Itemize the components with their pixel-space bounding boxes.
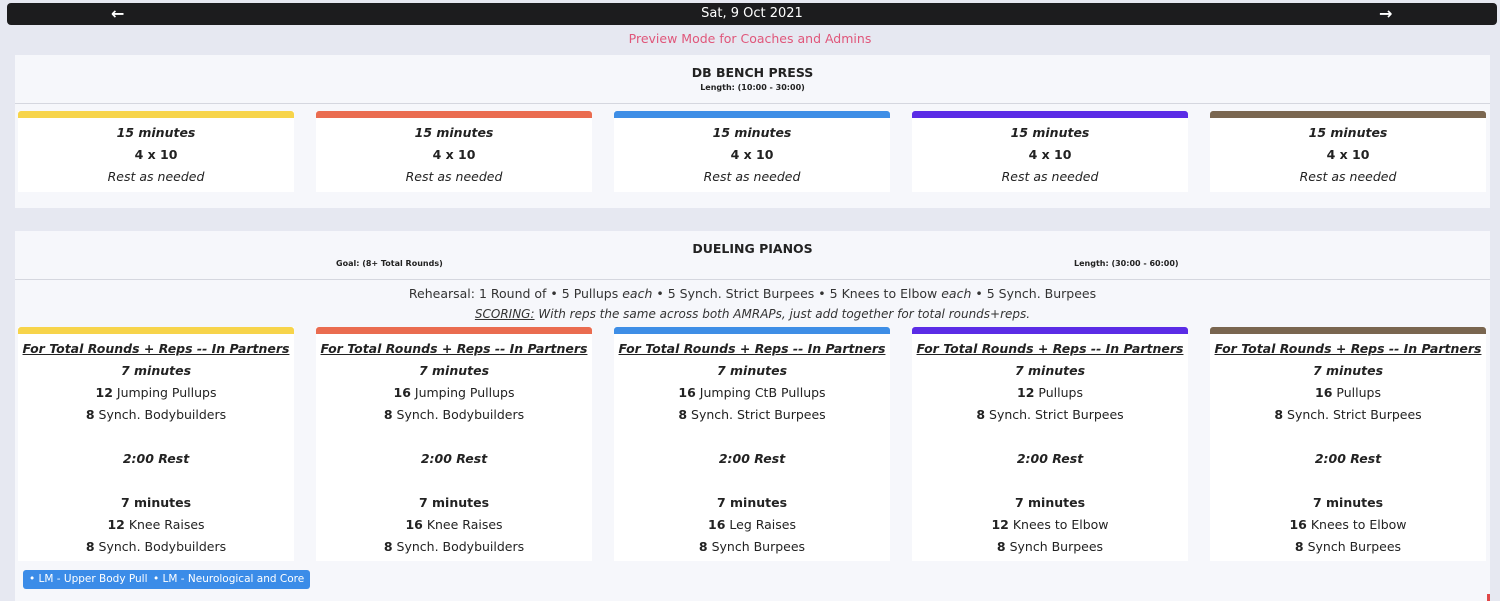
card-time-1: 7 minutes bbox=[1014, 363, 1086, 378]
movement-3: 16 Knee Raises bbox=[405, 517, 503, 532]
card-time-1: 7 minutes bbox=[716, 363, 788, 378]
card-header: For Total Rounds + Reps -- In Partners bbox=[320, 341, 588, 356]
movement-2: 8 Synch. Bodybuilders bbox=[383, 407, 525, 422]
movement-2: 8 Synch. Strict Burpees bbox=[976, 407, 1124, 422]
track-card-3: 15 minutes 4 x 10 Rest as needed bbox=[614, 111, 890, 192]
section-goal: Goal: (8+ Total Rounds) bbox=[336, 259, 443, 268]
card-rest: Rest as needed bbox=[405, 169, 503, 184]
card-sets: 4 x 10 bbox=[1028, 147, 1072, 162]
card-time-2: 7 minutes bbox=[120, 495, 192, 510]
card-time-1: 7 minutes bbox=[418, 363, 490, 378]
track-card-1: 15 minutes 4 x 10 Rest as needed bbox=[18, 111, 294, 192]
track-card-1: For Total Rounds + Reps -- In Partners 7… bbox=[18, 327, 294, 561]
movement-1: 16 Jumping CtB Pullups bbox=[678, 385, 826, 400]
movement-3: 12 Knees to Elbow bbox=[991, 517, 1109, 532]
movement-1: 12 Jumping Pullups bbox=[95, 385, 217, 400]
card-time-1: 7 minutes bbox=[1312, 363, 1384, 378]
track-card-4: For Total Rounds + Reps -- In Partners 7… bbox=[912, 327, 1188, 561]
track-card-2: 15 minutes 4 x 10 Rest as needed bbox=[316, 111, 592, 192]
movement-3: 16 Knees to Elbow bbox=[1289, 517, 1407, 532]
card-time: 15 minutes bbox=[712, 125, 792, 140]
movement-4: 8 Synch Burpees bbox=[698, 539, 806, 554]
card-sets: 4 x 10 bbox=[730, 147, 774, 162]
track-color-bar bbox=[912, 111, 1188, 118]
movement-4: 8 Synch Burpees bbox=[1294, 539, 1402, 554]
track-color-bar bbox=[1210, 327, 1486, 334]
track-color-bar bbox=[18, 111, 294, 118]
card-sets: 4 x 10 bbox=[432, 147, 476, 162]
preview-mode-notice: Preview Mode for Coaches and Admins bbox=[628, 31, 872, 46]
track-card-5: For Total Rounds + Reps -- In Partners 7… bbox=[1210, 327, 1486, 561]
card-time-1: 7 minutes bbox=[120, 363, 192, 378]
rehearsal-line: Rehearsal: 1 Round of • 5 Pullups each •… bbox=[408, 286, 1097, 301]
track-color-bar bbox=[614, 111, 890, 118]
track-card-3: For Total Rounds + Reps -- In Partners 7… bbox=[614, 327, 890, 561]
card-rest: 2:00 Rest bbox=[1016, 451, 1084, 466]
movement-1: 16 Jumping Pullups bbox=[393, 385, 515, 400]
scoring-note: SCORING: With reps the same across both … bbox=[15, 307, 1490, 321]
section-divider bbox=[15, 103, 1490, 104]
section-title: DB BENCH PRESS bbox=[691, 65, 814, 80]
track-card-4: 15 minutes 4 x 10 Rest as needed bbox=[912, 111, 1188, 192]
movement-4: 8 Synch. Bodybuilders bbox=[383, 539, 525, 554]
card-rest: 2:00 Rest bbox=[122, 451, 190, 466]
card-time-2: 7 minutes bbox=[418, 495, 490, 510]
section-title: DUELING PIANOS bbox=[692, 241, 813, 256]
workout-section-dueling-pianos: DUELING PIANOS Goal: (8+ Total Rounds) L… bbox=[15, 231, 1490, 601]
card-rest: Rest as needed bbox=[1001, 169, 1099, 184]
workout-section-db-bench-press: DB BENCH PRESS Length: (10:00 - 30:00) 1… bbox=[15, 55, 1490, 208]
card-header: For Total Rounds + Reps -- In Partners bbox=[1214, 341, 1482, 356]
movement-2: 8 Synch. Bodybuilders bbox=[85, 407, 227, 422]
scroll-indicator bbox=[1487, 594, 1490, 601]
scoring-label: SCORING: bbox=[474, 307, 535, 321]
movement-1: 12 Pullups bbox=[1017, 385, 1083, 400]
track-card-2: For Total Rounds + Reps -- In Partners 7… bbox=[316, 327, 592, 561]
card-rest: Rest as needed bbox=[1299, 169, 1397, 184]
track-color-bar bbox=[1210, 111, 1486, 118]
movement-2: 8 Synch. Strict Burpees bbox=[1274, 407, 1422, 422]
track-color-bar bbox=[912, 327, 1188, 334]
card-rest: 2:00 Rest bbox=[420, 451, 488, 466]
section-length: Length: (30:00 - 60:00) bbox=[1074, 259, 1179, 268]
movement-4: 8 Synch. Bodybuilders bbox=[85, 539, 227, 554]
movement-1: 16 Pullups bbox=[1315, 385, 1381, 400]
card-sets: 4 x 10 bbox=[134, 147, 178, 162]
arrow-right-icon[interactable]: → bbox=[1379, 3, 1392, 25]
track-color-bar bbox=[614, 327, 890, 334]
tag-neurological-core[interactable]: • LM - Neurological and Core bbox=[147, 570, 311, 589]
card-time-2: 7 minutes bbox=[716, 495, 788, 510]
card-rest: 2:00 Rest bbox=[718, 451, 786, 466]
card-rest: 2:00 Rest bbox=[1314, 451, 1382, 466]
card-time-2: 7 minutes bbox=[1312, 495, 1384, 510]
date-nav-bar: ← Sat, 9 Oct 2021 → bbox=[7, 3, 1497, 25]
movement-4: 8 Synch Burpees bbox=[996, 539, 1104, 554]
scoring-text: With reps the same across both AMRAPs, j… bbox=[534, 307, 1031, 321]
card-rest: Rest as needed bbox=[703, 169, 801, 184]
track-color-bar bbox=[18, 327, 294, 334]
movement-3: 16 Leg Raises bbox=[708, 517, 796, 532]
track-color-bar bbox=[316, 327, 592, 334]
section-divider bbox=[15, 279, 1490, 280]
card-time: 15 minutes bbox=[1010, 125, 1090, 140]
card-time: 15 minutes bbox=[116, 125, 196, 140]
card-header: For Total Rounds + Reps -- In Partners bbox=[618, 341, 886, 356]
card-rest: Rest as needed bbox=[107, 169, 205, 184]
movement-2: 8 Synch. Strict Burpees bbox=[678, 407, 826, 422]
card-header: For Total Rounds + Reps -- In Partners bbox=[916, 341, 1184, 356]
track-card-5: 15 minutes 4 x 10 Rest as needed bbox=[1210, 111, 1486, 192]
section-length: Length: (10:00 - 30:00) bbox=[700, 83, 805, 92]
movement-3: 12 Knee Raises bbox=[107, 517, 205, 532]
track-color-bar bbox=[316, 111, 592, 118]
card-time: 15 minutes bbox=[1308, 125, 1388, 140]
card-time: 15 minutes bbox=[414, 125, 494, 140]
current-date: Sat, 9 Oct 2021 bbox=[701, 6, 803, 21]
card-sets: 4 x 10 bbox=[1326, 147, 1370, 162]
card-header: For Total Rounds + Reps -- In Partners bbox=[22, 341, 290, 356]
tag-upper-body-pull[interactable]: • LM - Upper Body Pull bbox=[23, 570, 154, 589]
card-time-2: 7 minutes bbox=[1014, 495, 1086, 510]
